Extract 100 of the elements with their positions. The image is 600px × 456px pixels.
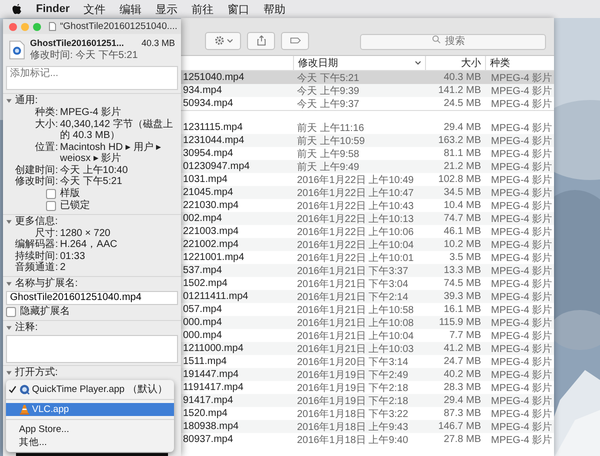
file-name: 1520.mp4 — [182, 408, 228, 419]
modified-date: 2016年1月22日 上午10:49 — [296, 174, 415, 186]
file-row[interactable]: 1520.mp4 2016年1月18日 下午3:22 87.3 MB MPEG-4 影片 — [181, 407, 554, 420]
column-header[interactable]: 大小 — [425, 56, 485, 70]
file-row[interactable]: 91417.mp4 2016年1月19日 下午2:18 29.4 MB MPEG-4 影片 — [181, 394, 554, 407]
checkmark-icon — [8, 384, 17, 394]
file-name: 000.mp4 — [182, 330, 223, 341]
disclosure-triangle-icon[interactable] — [6, 98, 12, 104]
file-kind: MPEG-4 影片 — [490, 238, 554, 252]
file-row[interactable]: 1221001.mp4 2016年1月22日 上午10:01 3.5 MB MPEG-4 影片 — [181, 251, 554, 264]
menu-item[interactable]: 文件 — [84, 2, 106, 16]
property-label: 大小: — [34, 118, 58, 132]
file-size: 24.7 MB — [442, 356, 482, 367]
property-value: H.264，AAC — [60, 239, 118, 250]
file-row[interactable]: 002.mp4 2016年1月22日 上午10:13 74.7 MB MPEG-4 影片 — [181, 212, 554, 225]
menu-item[interactable]: 帮助 — [264, 2, 286, 16]
close-button[interactable] — [9, 22, 17, 30]
file-kind: MPEG-4 影片 — [490, 368, 554, 382]
file-row[interactable]: 1231044.mp4 前天 上午10:59 163.2 MB MPEG-4 影片 — [181, 134, 554, 147]
disclosure-triangle-icon[interactable] — [6, 218, 12, 224]
checkbox-label: 已锁定 — [60, 200, 90, 212]
property-label: 尺寸: — [34, 228, 58, 239]
name-field[interactable]: GhostTile201601251040.mp4 — [6, 290, 178, 304]
file-row[interactable]: 21045.mp4 2016年1月22日 上午10:47 34.5 MB MPEG-4 影片 — [181, 186, 554, 199]
file-size: 10.4 MB — [442, 200, 482, 211]
modified-date: 2016年1月21日 下午3:04 — [296, 278, 410, 290]
file-kind: MPEG-4 影片 — [490, 394, 554, 408]
file-size: 87.3 MB — [442, 408, 482, 419]
property-value: MPEG-4 影片 — [60, 107, 122, 118]
file-row[interactable]: 80937.mp4 2016年1月18日 上午9:40 27.8 MB MPEG-4 影片 — [181, 433, 554, 446]
file-name: 1511.mp4 — [182, 356, 228, 367]
file-size: 41.2 MB — [442, 343, 482, 354]
file-row[interactable]: 000.mp4 2016年1月21日 上午10:04 7.7 MB MPEG-4 影片 — [181, 329, 554, 342]
share-button[interactable] — [247, 32, 275, 50]
file-row[interactable]: 000.mp4 2016年1月21日 上午10:08 115.9 MB MPEG-4 影片 — [181, 316, 554, 329]
comments-field[interactable] — [6, 334, 178, 362]
file-kind: MPEG-4 影片 — [490, 330, 554, 342]
disclosure-triangle-icon[interactable] — [6, 324, 12, 330]
menu-item[interactable]: Finder — [36, 3, 70, 15]
file-row[interactable]: 1231115.mp4 前天 上午11:16 29.4 MB MPEG-4 影片 — [181, 121, 554, 134]
property-label: 音频通道: — [14, 262, 58, 274]
menu-item[interactable]: 编辑 — [120, 2, 142, 16]
file-row[interactable]: 30954.mp4 前天 上午9:58 81.1 MB MPEG-4 影片 — [181, 147, 554, 160]
file-name: 1221001.mp4 — [182, 252, 246, 263]
file-row[interactable]: 50934.mp4 今天 上午9:37 24.5 MB MPEG-4 影片 — [181, 97, 554, 110]
file-row[interactable]: 1511.mp4 2016年1月20日 下午3:14 24.7 MB MPEG-4 影片 — [181, 355, 554, 368]
apple-logo-icon[interactable] — [12, 3, 22, 15]
file-name: 221002.mp4 — [182, 239, 240, 250]
file-row[interactable]: 1031.mp4 2016年1月22日 上午10:49 102.8 MB MPEG-4 影片 — [181, 173, 554, 186]
modified-time: 修改时间: 今天 下午5:21 — [30, 48, 139, 62]
property-label: 编解码器: — [14, 239, 58, 250]
checkbox[interactable] — [46, 200, 56, 210]
file-size: 40.3 MB — [141, 38, 175, 48]
file-row[interactable]: 01230947.mp4 前天 上午9:49 21.2 MB MPEG-4 影片 — [181, 160, 554, 173]
section-title: 名称与扩展名: — [15, 278, 78, 290]
file-row[interactable]: 1191417.mp4 2016年1月19日 下午2:18 28.3 MB MPEG-4 影片 — [181, 381, 554, 394]
gear-icon — [214, 35, 224, 46]
file-row[interactable]: 180938.mp4 2016年1月18日 上午9:43 146.7 MB MPEG-4 影片 — [181, 420, 554, 433]
column-header[interactable]: 修改日期 — [293, 56, 425, 70]
property-label: 种类: — [34, 107, 58, 118]
column-header[interactable]: 种类 — [485, 56, 554, 70]
file-row[interactable]: 221002.mp4 2016年1月22日 上午10:04 10.2 MB MPEG-4 影片 — [181, 238, 554, 251]
menu-item[interactable]: 其他... — [6, 436, 174, 448]
checkbox[interactable] — [6, 306, 16, 316]
disclosure-triangle-icon[interactable] — [6, 370, 12, 376]
gear-button[interactable] — [205, 32, 241, 50]
file-row[interactable]: 221030.mp4 2016年1月22日 上午10:43 10.4 MB MPEG-4 影片 — [181, 199, 554, 212]
file-kind: MPEG-4 影片 — [490, 316, 554, 330]
modified-date: 2016年1月22日 上午10:06 — [296, 226, 415, 238]
file-row[interactable]: 934.mp4 今天 上午9:39 141.2 MB MPEG-4 影片 — [181, 84, 554, 97]
file-row[interactable]: 1251040.mp4 今天 下午5:21 40.3 MB MPEG-4 影片 — [181, 71, 554, 84]
menu-item[interactable]: 前往 — [192, 2, 214, 16]
file-row[interactable]: 221003.mp4 2016年1月22日 上午10:06 46.1 MB MPEG-4 影片 — [181, 225, 554, 238]
menu-item[interactable]: App Store... — [6, 422, 174, 436]
file-size: 21.2 MB — [442, 161, 482, 172]
file-row[interactable]: 1211000.mp4 2016年1月21日 上午10:03 41.2 MB MPEG-4 影片 — [181, 342, 554, 355]
tags-field[interactable]: 添加标记... — [6, 66, 178, 90]
file-row[interactable]: 01211411.mp4 2016年1月21日 下午2:14 39.3 MB MPEG-4 影片 — [181, 290, 554, 303]
menu-item[interactable]: VLC.app — [6, 402, 174, 416]
file-kind: MPEG-4 影片 — [490, 134, 554, 148]
disclosure-triangle-icon[interactable] — [6, 280, 12, 286]
file-name: 002.mp4 — [182, 213, 223, 224]
file-kind: MPEG-4 影片 — [490, 98, 554, 110]
property-label: 修改时间: — [14, 176, 58, 188]
file-name: 1211000.mp4 — [182, 343, 244, 354]
property-value: 1280 × 720 — [60, 228, 112, 239]
menu-item[interactable]: 窗口 — [228, 2, 250, 16]
caret-icon — [226, 38, 232, 42]
checkbox[interactable] — [46, 188, 56, 198]
file-row[interactable]: 537.mp4 2016年1月21日 下午3:37 13.3 MB MPEG-4 影片 — [181, 264, 554, 277]
checkbox-label: 样版 — [60, 188, 80, 200]
menu-item[interactable]: 显示 — [156, 2, 178, 16]
menu-item[interactable]: QuickTime Player.app （默认） — [6, 382, 174, 396]
file-name: 000.mp4 — [182, 317, 223, 328]
file-row[interactable]: 191447.mp4 2016年1月19日 下午2:49 40.2 MB MPEG-4 影片 — [181, 368, 554, 381]
file-row[interactable]: 057.mp4 2016年1月21日 上午10:58 16.1 MB MPEG-4 影片 — [181, 303, 554, 316]
search-field[interactable]: 搜索 — [360, 34, 546, 50]
modified-date: 前天 上午11:16 — [296, 122, 366, 134]
tag-button[interactable] — [281, 32, 309, 50]
file-row[interactable]: 1502.mp4 2016年1月21日 下午3:04 74.5 MB MPEG-4 影片 — [181, 277, 554, 290]
